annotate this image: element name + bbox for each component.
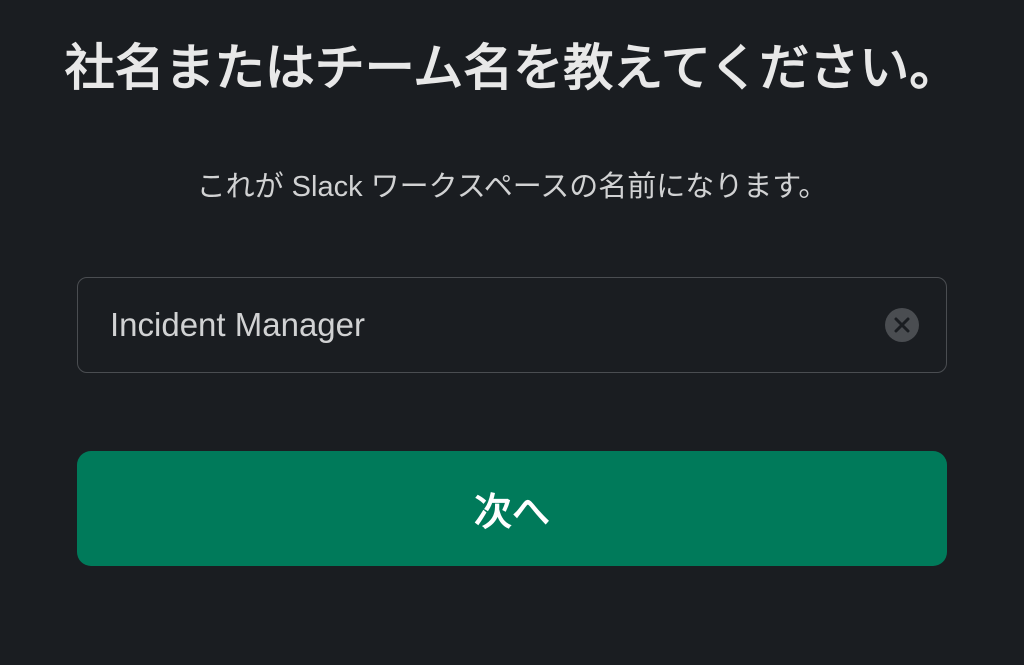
next-button[interactable]: 次へ	[77, 451, 947, 566]
clear-input-button[interactable]	[885, 308, 919, 342]
page-subtitle: これが Slack ワークスペースの名前になります。	[197, 163, 828, 205]
close-icon	[894, 317, 910, 333]
workspace-name-input-wrapper	[77, 277, 947, 373]
page-heading: 社名またはチーム名を教えてください。	[65, 35, 960, 103]
workspace-name-input[interactable]	[77, 277, 947, 373]
